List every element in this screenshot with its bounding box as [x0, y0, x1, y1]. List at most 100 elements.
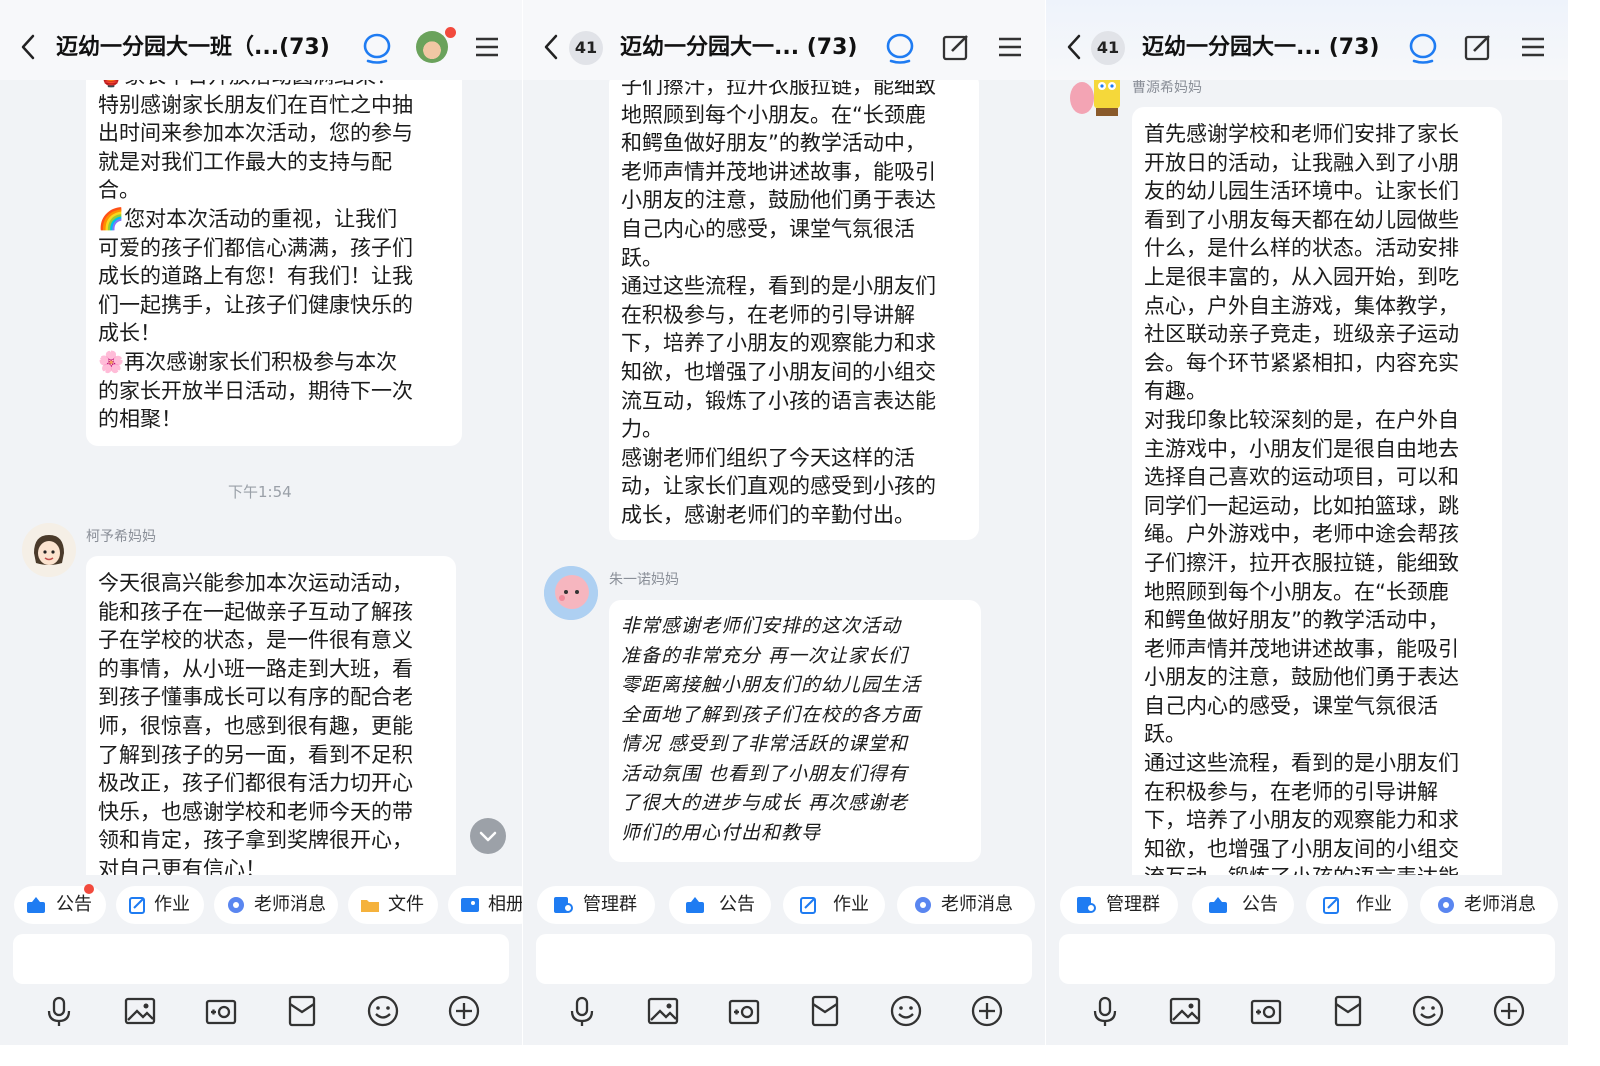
message-line: 的事情，从小班一路走到大班，看: [98, 656, 413, 681]
message-line: 的相聚！: [98, 407, 182, 432]
message-line: 主游戏中，小朋友们是很自由地去: [1144, 436, 1459, 461]
message-line: 情况 感受到了非常活跃的课堂和: [621, 733, 909, 755]
message-line: 成长的道路上有您！有我们！让我: [98, 264, 413, 289]
chip-teacher-message[interactable]: 老师消息: [214, 886, 338, 924]
avatar[interactable]: [1066, 80, 1124, 128]
message-line: 老师声情并茂地讲述故事，能吸引: [1144, 636, 1459, 661]
message-line: 跃。: [621, 245, 663, 270]
header: 迈幼一分园大一班（...(73): [0, 0, 522, 80]
message-line: 点心，户外自主游戏，集体教学，: [1144, 293, 1459, 318]
message-line: 地照顾到每个小朋友。在“长颈鹿: [621, 102, 926, 127]
message-line: 领和肯定，孩子拿到奖牌很开心，: [98, 828, 413, 853]
chip-homework[interactable]: 作业: [116, 886, 204, 924]
microphone-icon[interactable]: [565, 994, 599, 1028]
menu-icon[interactable]: [1516, 30, 1550, 64]
message-bubble[interactable]: 今天很高兴能参加本次运动活动， 能和孩子在一起做亲子互动了解孩 子在学校的状态，是一…: [86, 556, 456, 875]
microphone-icon[interactable]: [42, 994, 76, 1028]
scroll-down-button[interactable]: [470, 818, 506, 854]
message-line: 会。每个环节紧紧相扣，内容充实: [1144, 350, 1459, 375]
message-bubble[interactable]: 首先感谢学校和老师们安排了家长 开放日的活动，让我融入到了小朋 友的幼儿园生活环境中…: [1132, 107, 1502, 875]
chat-bubble-icon[interactable]: [1406, 30, 1440, 64]
chip-manage-group[interactable]: 管理群: [537, 886, 655, 924]
plus-icon[interactable]: [1492, 994, 1526, 1028]
chip-label: 管理群: [583, 894, 637, 915]
unread-badge: 41: [569, 31, 603, 65]
chip-homework[interactable]: 作业: [783, 886, 885, 924]
chip-label: 老师消息: [941, 894, 1013, 915]
emoji-icon[interactable]: [889, 994, 923, 1028]
edit-icon[interactable]: [939, 30, 973, 64]
menu-icon[interactable]: [993, 30, 1027, 64]
image-icon[interactable]: [123, 994, 157, 1028]
back-arrow-icon[interactable]: [1066, 33, 1082, 61]
message-line: 自己内心的感受，课堂气氛很活: [621, 216, 915, 241]
panel-divider: [1045, 0, 1046, 1045]
announcement-icon: [686, 897, 704, 913]
message-line: 同学们一起运动，比如拍篮球，跳: [1144, 493, 1459, 518]
group-avatar[interactable]: [416, 31, 448, 63]
message-input[interactable]: [13, 934, 509, 984]
plus-icon[interactable]: [970, 994, 1004, 1028]
red-packet-icon[interactable]: [1331, 994, 1365, 1028]
message-line: 和鳄鱼做好朋友”的教学活动中，: [1144, 608, 1449, 633]
message-bubble[interactable]: 非常感谢老师们安排的这次活动 准备的非常充分 再一次让家长们 零距离接触小朋友们的幼…: [609, 600, 981, 862]
message-text: 🏮家长半日开放活动圆满结束！特别感谢家长朋友们在百忙之中抽出时间来参加本次活动，…: [98, 80, 450, 434]
red-packet-icon[interactable]: [285, 994, 319, 1028]
scroll-down-icon: [479, 831, 497, 842]
emoji-icon[interactable]: [366, 994, 400, 1028]
image-icon[interactable]: [1168, 994, 1202, 1028]
album-icon: [461, 898, 479, 912]
message-input[interactable]: [1059, 934, 1555, 984]
chip-announcement[interactable]: 公告: [1192, 886, 1294, 924]
sender-name: 柯予希妈妈: [86, 529, 156, 545]
red-packet-icon[interactable]: [808, 994, 842, 1028]
message-list[interactable]: 子们擦汗，拉开衣服拉链，能细致 地照顾到每个小朋友。在“长颈鹿 和鳄鱼做好朋友”的教…: [523, 80, 1045, 875]
chat-bubble-icon[interactable]: [360, 30, 394, 64]
quick-toolbar: 管理群 公告 作业 老师消息: [523, 876, 1045, 934]
back-arrow-icon[interactable]: [20, 33, 36, 61]
chip-label: 作业: [833, 894, 869, 915]
avatar[interactable]: [22, 523, 76, 577]
chat-screen-2: 41 迈幼一分园大一... (73) 子们擦汗，拉开衣服拉链，能细致 地照顾到每个…: [523, 0, 1045, 1045]
chip-manage-group[interactable]: 管理群: [1060, 886, 1178, 924]
message-list[interactable]: 曹源希妈妈 首先感谢学校和老师们安排了家长 开放日的活动，让我融入到了小朋 友的幼儿…: [1046, 80, 1568, 875]
message-line: 师，很惊喜，也感到很有趣，更能: [98, 713, 413, 738]
message-list[interactable]: 🏮家长半日开放活动圆满结束！特别感谢家长朋友们在百忙之中抽出时间来参加本次活动，…: [0, 80, 522, 875]
manage-group-icon: [554, 897, 573, 913]
message-line: 对自己更有信心！: [98, 856, 266, 875]
camera-icon[interactable]: [204, 994, 238, 1028]
microphone-icon[interactable]: [1088, 994, 1122, 1028]
message-bubble[interactable]: 子们擦汗，拉开衣服拉链，能细致 地照顾到每个小朋友。在“长颈鹿 和鳄鱼做好朋友”的教…: [609, 80, 979, 540]
plus-icon[interactable]: [447, 994, 481, 1028]
chip-homework[interactable]: 作业: [1306, 886, 1408, 924]
message-line: 零距离接触小朋友们的幼儿园生活: [621, 674, 922, 696]
chip-teacher-message[interactable]: 老师消息: [1420, 886, 1558, 924]
message-bubble[interactable]: 🏮家长半日开放活动圆满结束！特别感谢家长朋友们在百忙之中抽出时间来参加本次活动，…: [86, 80, 462, 446]
avatar[interactable]: [544, 566, 598, 620]
input-actions: [0, 994, 522, 1034]
timestamp: 下午1:54: [228, 483, 292, 501]
chat-bubble-icon[interactable]: [883, 30, 917, 64]
message-line: 小朋友的注意，鼓励他们勇于表达: [1144, 665, 1459, 690]
back-arrow-icon[interactable]: [543, 33, 559, 61]
chip-announcement[interactable]: 公告: [14, 884, 106, 924]
chip-label: 公告: [1242, 894, 1278, 915]
edit-icon[interactable]: [1461, 30, 1495, 64]
message-line: 的家长开放半日活动，期待下一次: [98, 378, 413, 403]
message-line: 🏮家长半日开放活动圆满结束！: [98, 80, 450, 91]
image-icon[interactable]: [646, 994, 680, 1028]
chip-label: 作业: [154, 894, 190, 915]
announcement-icon: [1209, 897, 1227, 913]
message-line: 看到了小朋友每天都在幼儿园做些: [1144, 207, 1459, 232]
camera-icon[interactable]: [1249, 994, 1283, 1028]
menu-icon[interactable]: [470, 30, 504, 64]
message-input[interactable]: [536, 934, 1032, 984]
chip-announcement[interactable]: 公告: [669, 886, 771, 924]
camera-icon[interactable]: [727, 994, 761, 1028]
chip-teacher-message[interactable]: 老师消息: [897, 886, 1035, 924]
message-line: 活动氛围 也看到了小朋友们得有: [621, 762, 909, 785]
message-text: 今天很高兴能参加本次运动活动， 能和孩子在一起做亲子互动了解孩 子在学校的状态，是一…: [98, 569, 444, 875]
chip-files[interactable]: 文件: [348, 886, 438, 924]
chip-album[interactable]: 相册: [448, 886, 522, 924]
emoji-icon[interactable]: [1411, 994, 1445, 1028]
